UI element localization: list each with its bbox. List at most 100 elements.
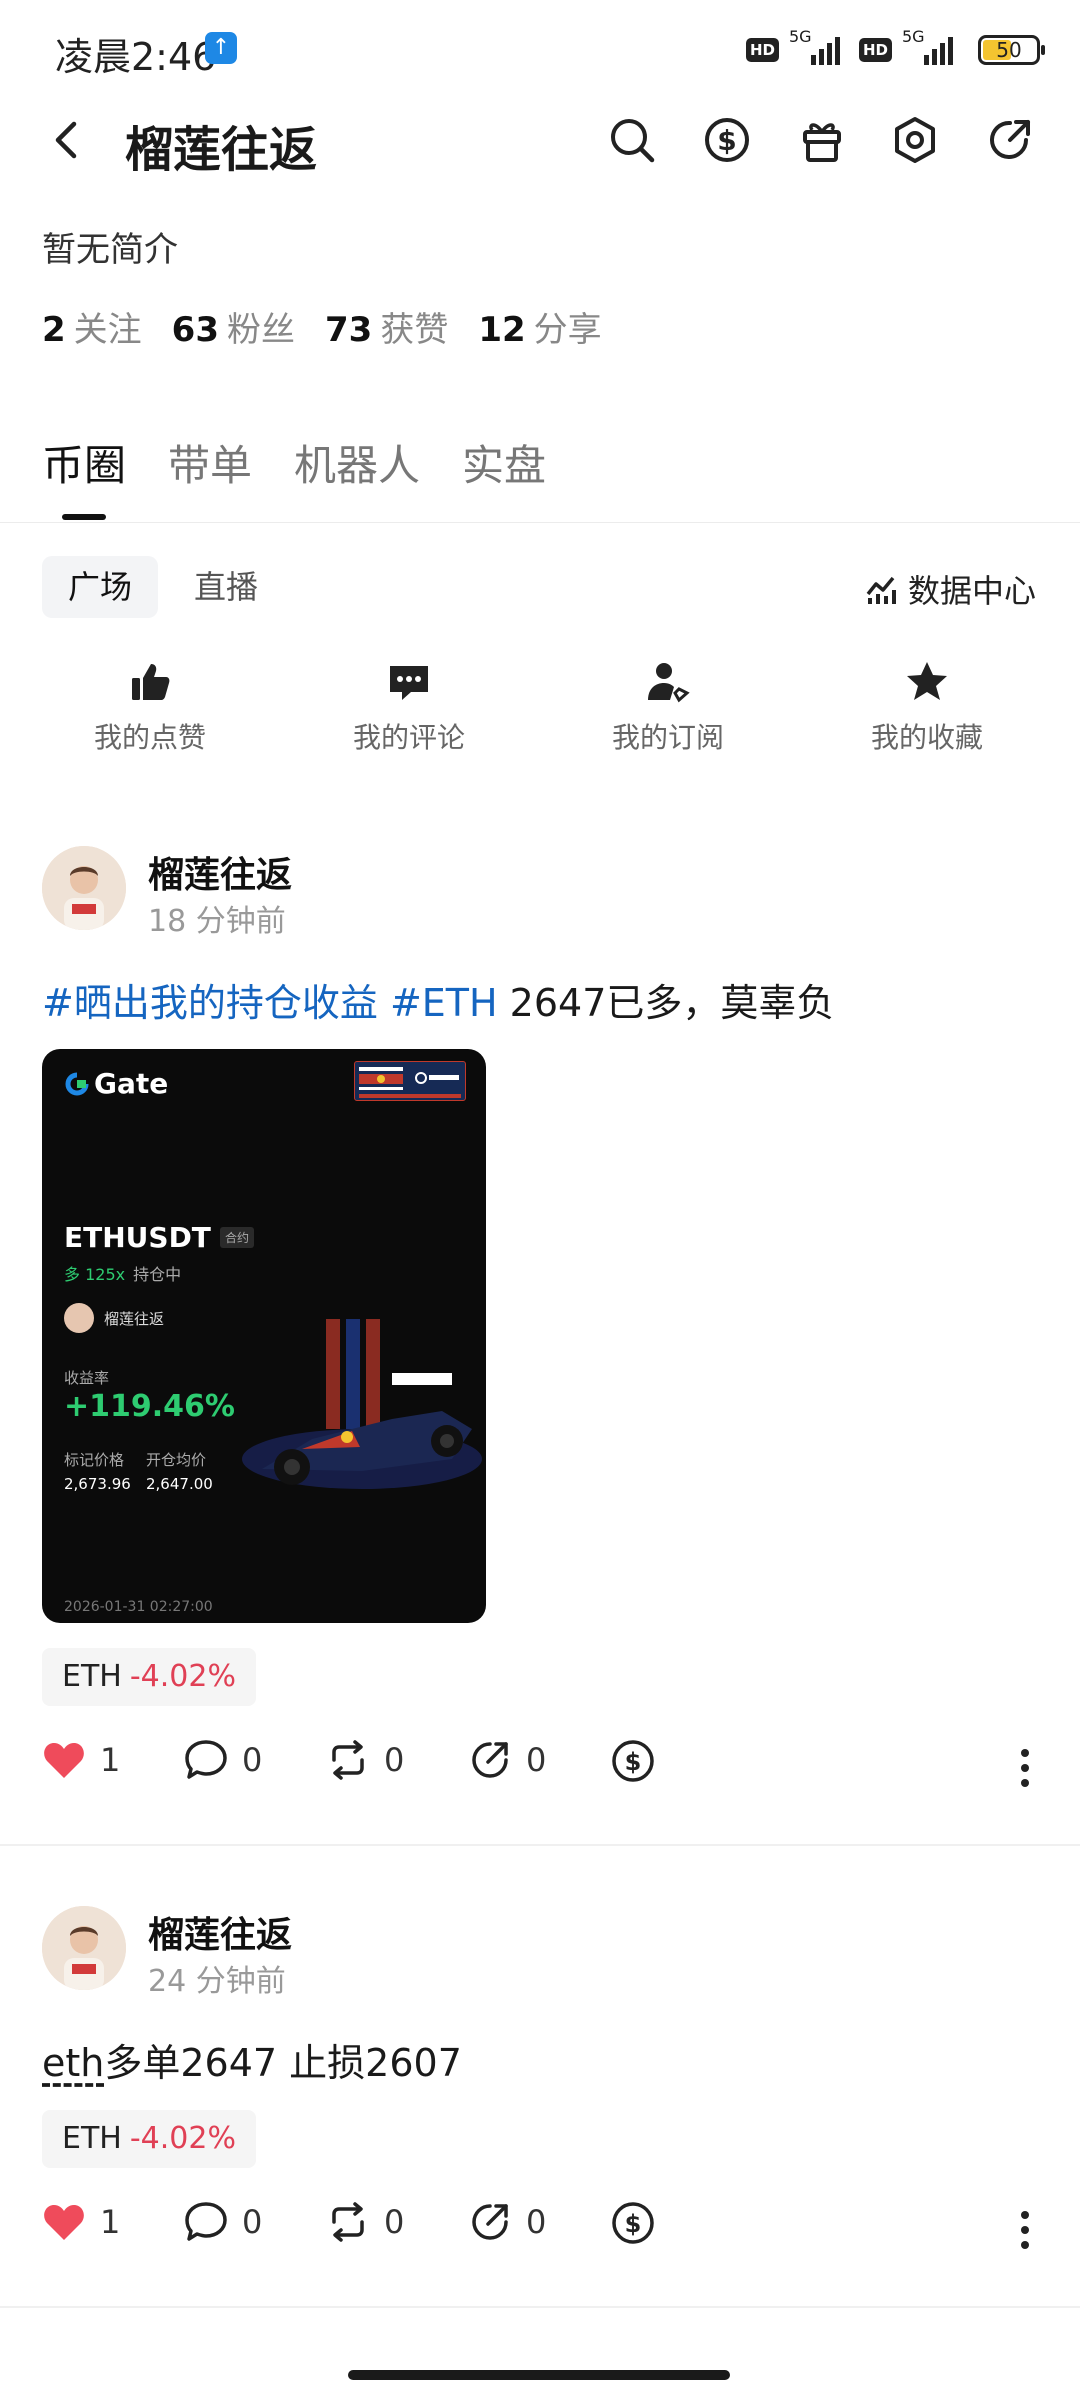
status-bar: 凌晨2:46 ↑ HD 5G HD 5G 50 <box>0 0 1080 100</box>
pnl-share-card[interactable]: Gate ETHUSDT 合约 多 125x 持仓中 榴莲往返 收益率 +119.… <box>42 1049 486 1623</box>
dollar-icon[interactable]: $ <box>697 110 757 170</box>
stat-followers[interactable]: 63 粉丝 <box>172 302 295 351</box>
gift-icon[interactable] <box>792 110 852 170</box>
subtab-square[interactable]: 广场 <box>42 556 159 618</box>
star-icon <box>907 662 947 700</box>
like-button[interactable]: 1 <box>42 1738 120 1782</box>
search-icon[interactable] <box>602 110 662 170</box>
chart-icon <box>866 576 896 604</box>
post-time: 18 分钟前 <box>148 904 286 939</box>
share-icon[interactable] <box>980 110 1040 170</box>
card-avatar <box>64 1303 94 1333</box>
avatar[interactable] <box>42 846 126 930</box>
card-timestamp: 2026-01-31 02:27:00 <box>64 1599 213 1615</box>
post-separator <box>0 2306 1080 2308</box>
post-actions: 1 0 0 0 $ <box>42 1738 1042 1798</box>
coin-chip[interactable]: ETH -4.02% <box>42 2110 256 2168</box>
subtab-live[interactable]: 直播 <box>168 556 284 618</box>
svg-text:$: $ <box>625 1748 642 1776</box>
hashtag-eth-link[interactable]: #ETH <box>390 981 498 1025</box>
page-title: 榴莲往返 <box>125 122 318 178</box>
more-options-icon[interactable] <box>1018 2208 1032 2252</box>
tab-bots[interactable]: 机器人 <box>294 432 420 493</box>
post-text: #晒出我的持仓收益 #ETH 2647已多，莫辜负 <box>42 981 835 1025</box>
return-rate: +119.46% <box>64 1389 235 1424</box>
hashtag-link[interactable]: #晒出我的持仓收益 <box>42 981 378 1025</box>
entry-price-label: 开仓均价 <box>146 1451 207 1469</box>
profile-stats: 2 关注 63 粉丝 73 获赞 12 分享 <box>42 302 602 351</box>
heart-icon <box>44 2205 84 2240</box>
heart-icon <box>44 1743 84 1778</box>
share-button[interactable]: 0 <box>468 1738 546 1782</box>
tab-copy-trading[interactable]: 带单 <box>168 432 252 493</box>
thumbs-up-icon <box>132 664 170 700</box>
sponsor-badge <box>354 1061 466 1101</box>
tab-live-trading[interactable]: 实盘 <box>462 432 546 493</box>
repost-button[interactable]: 0 <box>326 2200 404 2244</box>
svg-text:$: $ <box>625 2210 642 2238</box>
signal-icon: 5G <box>789 27 849 65</box>
leverage-label: 多 125x 持仓中 <box>64 1265 182 1284</box>
coin-chip[interactable]: ETH -4.02% <box>42 1648 256 1706</box>
comment-icon <box>185 2202 227 2241</box>
post-author[interactable]: 榴莲往返 <box>148 846 292 898</box>
battery-icon: 50 <box>978 35 1045 65</box>
mark-price-label: 标记价格 <box>64 1451 125 1469</box>
comment-icon <box>185 1740 227 1779</box>
more-options-icon[interactable] <box>1018 1746 1032 1790</box>
stat-following[interactable]: 2 关注 <box>42 302 142 351</box>
tab-coin-circle[interactable]: 币圈 <box>42 432 126 493</box>
profile-bio: 暂无简介 <box>42 230 178 270</box>
tip-button[interactable]: $ <box>610 1738 656 1784</box>
divider <box>0 522 1080 523</box>
repost-icon <box>332 2202 364 2242</box>
share-arrow-icon <box>472 1742 508 1778</box>
battery-level: 50 <box>996 38 1022 62</box>
post-actions: 1 0 0 0 $ <box>42 2200 1042 2260</box>
post-author[interactable]: 榴莲往返 <box>148 1906 292 1958</box>
tip-dollar-icon: $ <box>612 1740 654 1782</box>
my-likes-action[interactable]: 我的点赞 <box>30 660 270 756</box>
mark-price-value: 2,673.96 <box>64 1475 131 1493</box>
back-arrow-icon[interactable] <box>40 112 96 168</box>
repost-icon <box>332 1740 364 1780</box>
stat-shares[interactable]: 12 分享 <box>478 302 601 351</box>
settings-hexagon-icon[interactable] <box>885 110 945 170</box>
upload-icon: ↑ <box>205 32 237 64</box>
tip-button[interactable]: $ <box>610 2200 656 2246</box>
return-label: 收益率 <box>64 1369 110 1387</box>
trading-pair: ETHUSDT <box>64 1221 211 1254</box>
post-text: eth多单2647 止损2607 <box>42 2041 462 2085</box>
my-subscriptions-action[interactable]: 我的订阅 <box>548 660 788 756</box>
share-button[interactable]: 0 <box>468 2200 546 2244</box>
comment-dots-icon <box>390 666 428 700</box>
post-separator <box>0 1844 1080 1846</box>
share-arrow-icon <box>472 2204 508 2240</box>
user-subscribe-icon <box>648 663 690 703</box>
top-nav: 榴莲往返 $ <box>0 100 1080 180</box>
hd-badge-2: HD <box>858 38 892 62</box>
coin-mention-link[interactable]: eth <box>42 2041 104 2085</box>
signal-icon-2: 5G <box>902 27 962 65</box>
data-center-link[interactable]: 数据中心 <box>864 566 1036 612</box>
entry-price-value: 2,647.00 <box>146 1475 213 1493</box>
my-favorites-action[interactable]: 我的收藏 <box>807 660 1047 756</box>
main-tabs: 币圈 带单 机器人 实盘 <box>42 432 546 493</box>
status-time: 凌晨2:46 <box>55 35 217 79</box>
tab-indicator <box>62 514 106 520</box>
contract-badge: 合约 <box>220 1227 255 1248</box>
my-comments-action[interactable]: 我的评论 <box>289 660 529 756</box>
race-car-image <box>242 1319 482 1489</box>
stat-likes[interactable]: 73 获赞 <box>325 302 448 351</box>
avatar[interactable] <box>42 1906 126 1990</box>
card-user: 榴莲往返 <box>64 1303 164 1333</box>
home-indicator[interactable] <box>348 2370 730 2380</box>
comment-button[interactable]: 0 <box>184 1738 262 1782</box>
post-time: 24 分钟前 <box>148 1964 286 1999</box>
repost-button[interactable]: 0 <box>326 1738 404 1782</box>
tip-dollar-icon: $ <box>612 2202 654 2244</box>
hd-badge: HD <box>745 38 779 62</box>
like-button[interactable]: 1 <box>42 2200 120 2244</box>
svg-text:$: $ <box>717 124 736 157</box>
comment-button[interactable]: 0 <box>184 2200 262 2244</box>
